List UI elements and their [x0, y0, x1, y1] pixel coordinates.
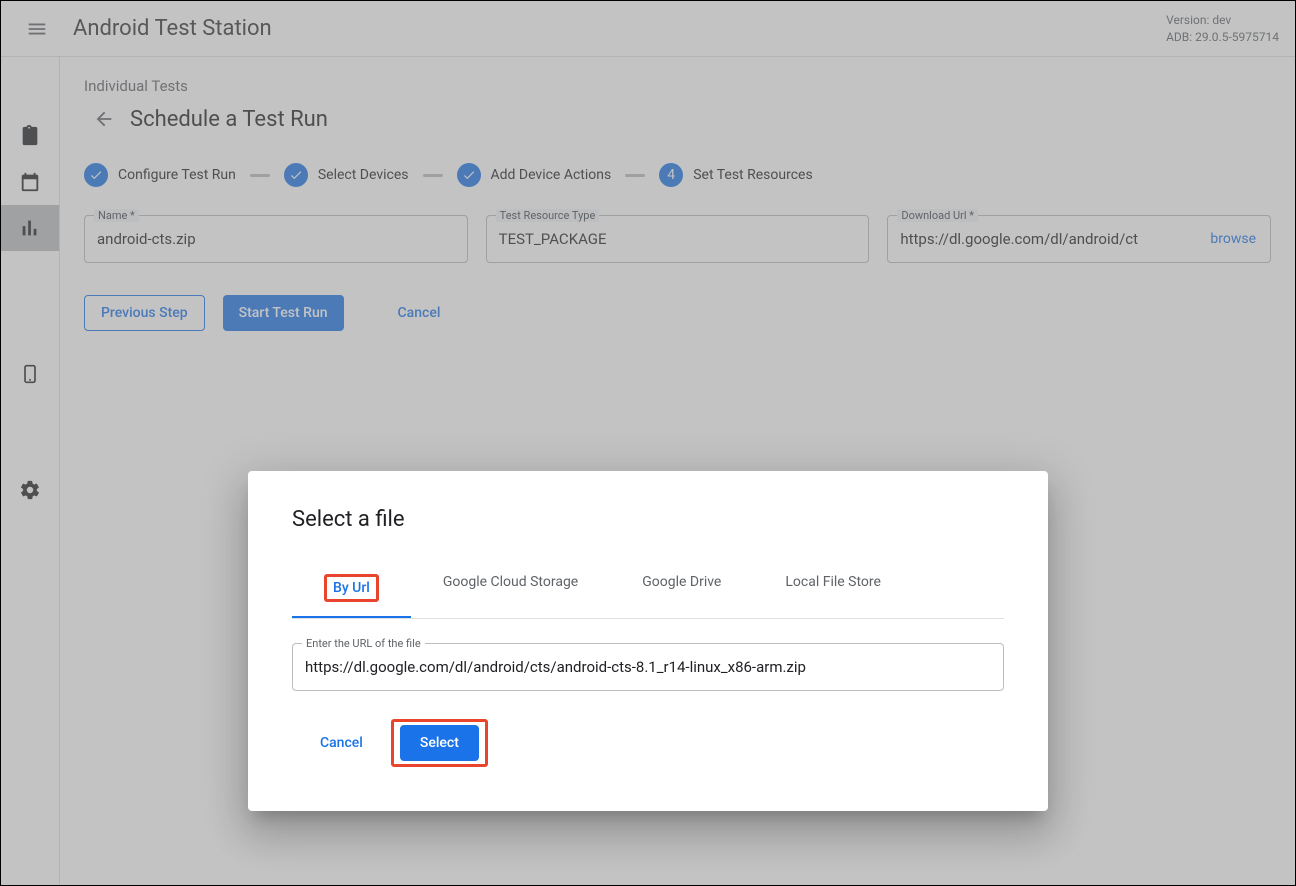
highlight-by-url: By Url	[324, 574, 379, 602]
dialog-tabs: By Url Google Cloud Storage Google Drive…	[292, 560, 1004, 619]
select-file-dialog: Select a file By Url Google Cloud Storag…	[248, 471, 1048, 811]
field-label: Download Url *	[897, 209, 978, 222]
dialog-cancel-button[interactable]: Cancel	[304, 725, 379, 761]
dialog-actions: Cancel Select	[292, 719, 1004, 767]
tab-local[interactable]: Local File Store	[753, 560, 913, 618]
field-value: https://dl.google.com/dl/android/cts/and…	[293, 644, 1003, 690]
field-label: Name *	[94, 209, 139, 222]
dialog-title: Select a file	[292, 507, 1004, 532]
tab-by-url[interactable]: By Url	[292, 560, 411, 618]
tab-gcs[interactable]: Google Cloud Storage	[411, 560, 610, 618]
modal-overlay[interactable]: Select a file By Url Google Cloud Storag…	[1, 1, 1295, 885]
highlight-select: Select	[391, 719, 488, 767]
tab-label: By Url	[333, 580, 370, 596]
field-label: Test Resource Type	[496, 209, 600, 222]
tab-gdrive[interactable]: Google Drive	[610, 560, 753, 618]
url-input[interactable]: Enter the URL of the file https://dl.goo…	[292, 643, 1004, 691]
field-label: Enter the URL of the file	[302, 637, 425, 650]
dialog-select-button[interactable]: Select	[400, 725, 479, 761]
